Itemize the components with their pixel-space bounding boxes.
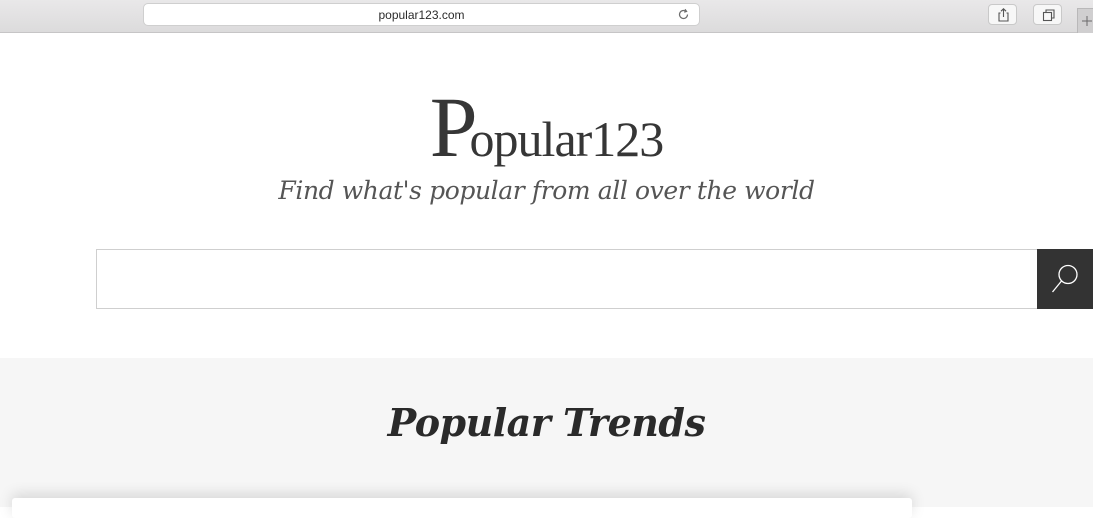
- address-bar[interactable]: popular123.com: [143, 3, 700, 26]
- tabs-overview-button[interactable]: [1033, 4, 1062, 25]
- popular-trends-section: Popular Trends: [0, 358, 1093, 518]
- logo-wordmark: opular123: [469, 111, 665, 167]
- share-button[interactable]: [988, 4, 1017, 25]
- tabs-overview-icon: [1042, 9, 1055, 22]
- new-tab-button[interactable]: [1077, 8, 1093, 33]
- site-logo[interactable]: Popular123: [0, 84, 1093, 174]
- search-button[interactable]: [1037, 249, 1093, 309]
- plus-icon: [1082, 16, 1092, 26]
- browser-toolbar: popular123.com: [0, 0, 1093, 33]
- search-input[interactable]: [96, 249, 1037, 309]
- section-title: Popular Trends: [387, 400, 706, 445]
- reload-icon[interactable]: [676, 7, 691, 22]
- search-icon: [1051, 264, 1078, 293]
- share-icon: [998, 8, 1009, 22]
- address-url[interactable]: popular123.com: [144, 8, 699, 22]
- trends-card-top-edge: [12, 498, 912, 518]
- site-tagline: Find what's popular from all over the wo…: [278, 176, 815, 205]
- logo-capital: P: [429, 79, 478, 175]
